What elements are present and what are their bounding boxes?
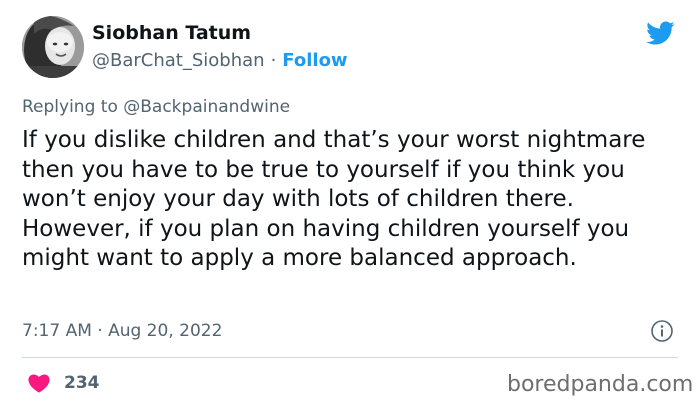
separator-dot: ·: [270, 50, 277, 71]
author-handle-row: @BarChat_Siobhan · Follow: [92, 50, 348, 71]
replying-to-mention[interactable]: @Backpainandwine: [123, 97, 290, 117]
twitter-bird-icon[interactable]: [643, 18, 677, 48]
avatar[interactable]: [22, 16, 84, 78]
follow-button[interactable]: Follow: [282, 50, 347, 71]
replying-prefix: Replying to: [22, 97, 118, 117]
author-display-name[interactable]: Siobhan Tatum: [92, 22, 251, 44]
tweet-timestamp[interactable]: 7:17 AM · Aug 20, 2022: [22, 321, 222, 341]
tweet-card: Siobhan Tatum @BarChat_Siobhan · Follow Re…: [0, 0, 700, 410]
source-watermark: boredpanda.com: [507, 372, 694, 397]
info-icon[interactable]: [650, 319, 674, 343]
divider: [22, 357, 678, 358]
replying-to: Replying to @Backpainandwine: [22, 97, 290, 117]
heart-icon[interactable]: [28, 373, 50, 393]
avatar-image: [22, 16, 84, 78]
like-count[interactable]: 234: [64, 373, 100, 393]
author-handle[interactable]: @BarChat_Siobhan: [92, 50, 265, 71]
tweet-text: If you dislike children and that’s your …: [22, 127, 646, 271]
